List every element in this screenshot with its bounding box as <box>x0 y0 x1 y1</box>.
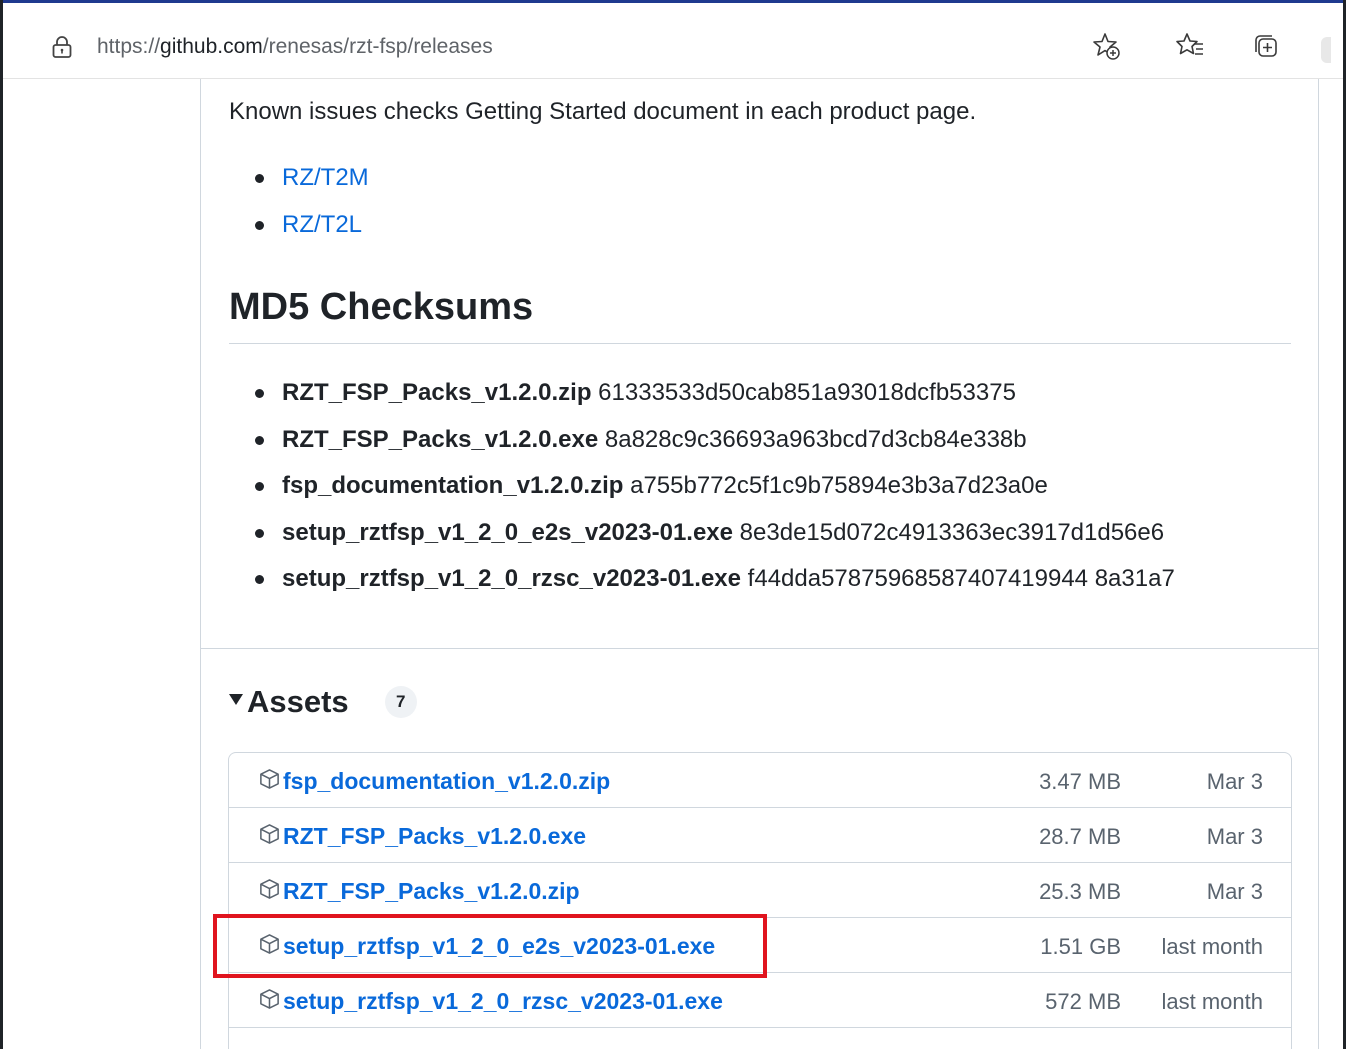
asset-row: RZT_FSP_Packs_v1.2.0.zip 25.3 MB Mar 3 <box>229 863 1291 918</box>
checksum-item: setup_rztfsp_v1_2_0_e2s_v2023-01.exe 8e3… <box>250 517 1175 564</box>
checksum-hash: 8a828c9c36693a963bcd7d3cb84e338b <box>604 425 1027 453</box>
checksum-list: RZT_FSP_Packs_v1.2.0.zip 61333533d50cab8… <box>250 377 1175 610</box>
section-divider <box>200 648 1318 649</box>
checksum-hash: 61333533d50cab851a93018dcfb53375 <box>598 379 1016 406</box>
checksum-file: setup_rztfsp_v1_2_0_rzsc_v2023-01.exe <box>282 565 741 592</box>
asset-size: 1.51 GB <box>1040 934 1121 959</box>
asset-download-link[interactable]: setup_rztfsp_v1_2_0_rzsc_v2023-01.exe <box>283 988 723 1015</box>
known-issues-text: Known issues checks Getting Started docu… <box>229 98 977 125</box>
asset-date: Mar 3 <box>1206 879 1263 904</box>
collections-icon[interactable] <box>1251 31 1281 61</box>
package-icon <box>260 824 279 844</box>
checksum-hash: 8e3de15d072c4913363ec3917d1d56e6 <box>739 518 1165 546</box>
list-item: RZ/T2M <box>250 162 369 209</box>
asset-row: setup_rztfsp_v1_2_0_rzsc_v2023-01.exe 57… <box>229 973 1291 1028</box>
asset-size: 25.3 MB <box>1039 879 1121 904</box>
url-scheme: https:// <box>97 35 161 58</box>
browser-address-bar: https://github.com/renesas/rzt-fsp/relea… <box>3 3 1343 79</box>
asset-row: RZT_FSP_Packs_v1.2.0.exe 28.7 MB Mar 3 <box>229 808 1291 863</box>
checksum-item: RZT_FSP_Packs_v1.2.0.exe 8a828c9c36693a9… <box>250 424 1175 471</box>
asset-download-link[interactable]: fsp_documentation_v1.2.0.zip <box>283 768 610 795</box>
product-link-rz-t2m[interactable]: RZ/T2M <box>282 164 369 191</box>
assets-toggle[interactable]: Assets 7 <box>229 684 417 724</box>
content-left-border <box>200 79 201 1049</box>
asset-date: last month <box>1161 934 1264 959</box>
star-plus-icon[interactable] <box>1091 31 1121 61</box>
toolbar-overflow-edge <box>1321 37 1331 63</box>
highlight-annotation-box <box>213 914 767 978</box>
asset-row: fsp_documentation_v1.2.0.zip 3.47 MB Mar… <box>229 753 1291 808</box>
checksum-file: fsp_documentation_v1.2.0.zip <box>282 472 624 499</box>
md5-heading: MD5 Checksums <box>229 286 534 328</box>
assets-list: fsp_documentation_v1.2.0.zip 3.47 MB Mar… <box>228 752 1292 1049</box>
checksum-file: setup_rztfsp_v1_2_0_e2s_v2023-01.exe <box>282 518 733 546</box>
checksum-hash: a755b772c5f1c9b75894e3b3a7d23a0e <box>630 472 1048 499</box>
checksum-file: RZT_FSP_Packs_v1.2.0.exe <box>282 425 599 453</box>
url-path: /renesas/rzt-fsp/releases <box>262 35 493 58</box>
favorites-list-icon[interactable] <box>1175 31 1205 61</box>
asset-size: 572 MB <box>1045 989 1121 1014</box>
caret-down-icon <box>229 693 243 705</box>
package-icon <box>260 989 279 1009</box>
product-link-rz-t2l[interactable]: RZ/T2L <box>282 211 362 238</box>
asset-date: Mar 3 <box>1206 769 1263 794</box>
asset-size: 3.47 MB <box>1039 769 1121 794</box>
asset-date: Mar 3 <box>1206 824 1263 849</box>
asset-download-link[interactable]: RZT_FSP_Packs_v1.2.0.exe <box>283 823 586 850</box>
window-frame-left <box>0 0 3 1049</box>
address-url[interactable]: https://github.com/renesas/rzt-fsp/relea… <box>97 35 493 59</box>
package-icon <box>260 879 279 899</box>
heading-divider <box>229 343 1291 344</box>
checksum-item: setup_rztfsp_v1_2_0_rzsc_v2023-01.exe f4… <box>250 563 1175 610</box>
checksum-file: RZT_FSP_Packs_v1.2.0.zip <box>282 379 592 406</box>
asset-download-link[interactable]: RZT_FSP_Packs_v1.2.0.zip <box>283 878 580 905</box>
checksum-hash: f44dda57875968587407419944 8a31a7 <box>747 565 1175 592</box>
assets-count-badge: 7 <box>384 686 417 718</box>
package-icon <box>260 769 279 789</box>
product-list: RZ/T2M RZ/T2L <box>250 162 369 256</box>
assets-title: Assets <box>247 684 349 719</box>
asset-date: last month <box>1161 989 1264 1014</box>
lock-icon[interactable] <box>51 35 73 59</box>
asset-size: 28.7 MB <box>1039 824 1121 849</box>
content-right-border <box>1318 79 1319 1049</box>
checksum-item: RZT_FSP_Packs_v1.2.0.zip 61333533d50cab8… <box>250 377 1175 424</box>
list-item: RZ/T2L <box>250 209 369 256</box>
checksum-item: fsp_documentation_v1.2.0.zip a755b772c5f… <box>250 470 1175 517</box>
url-host: github.com <box>160 35 263 58</box>
